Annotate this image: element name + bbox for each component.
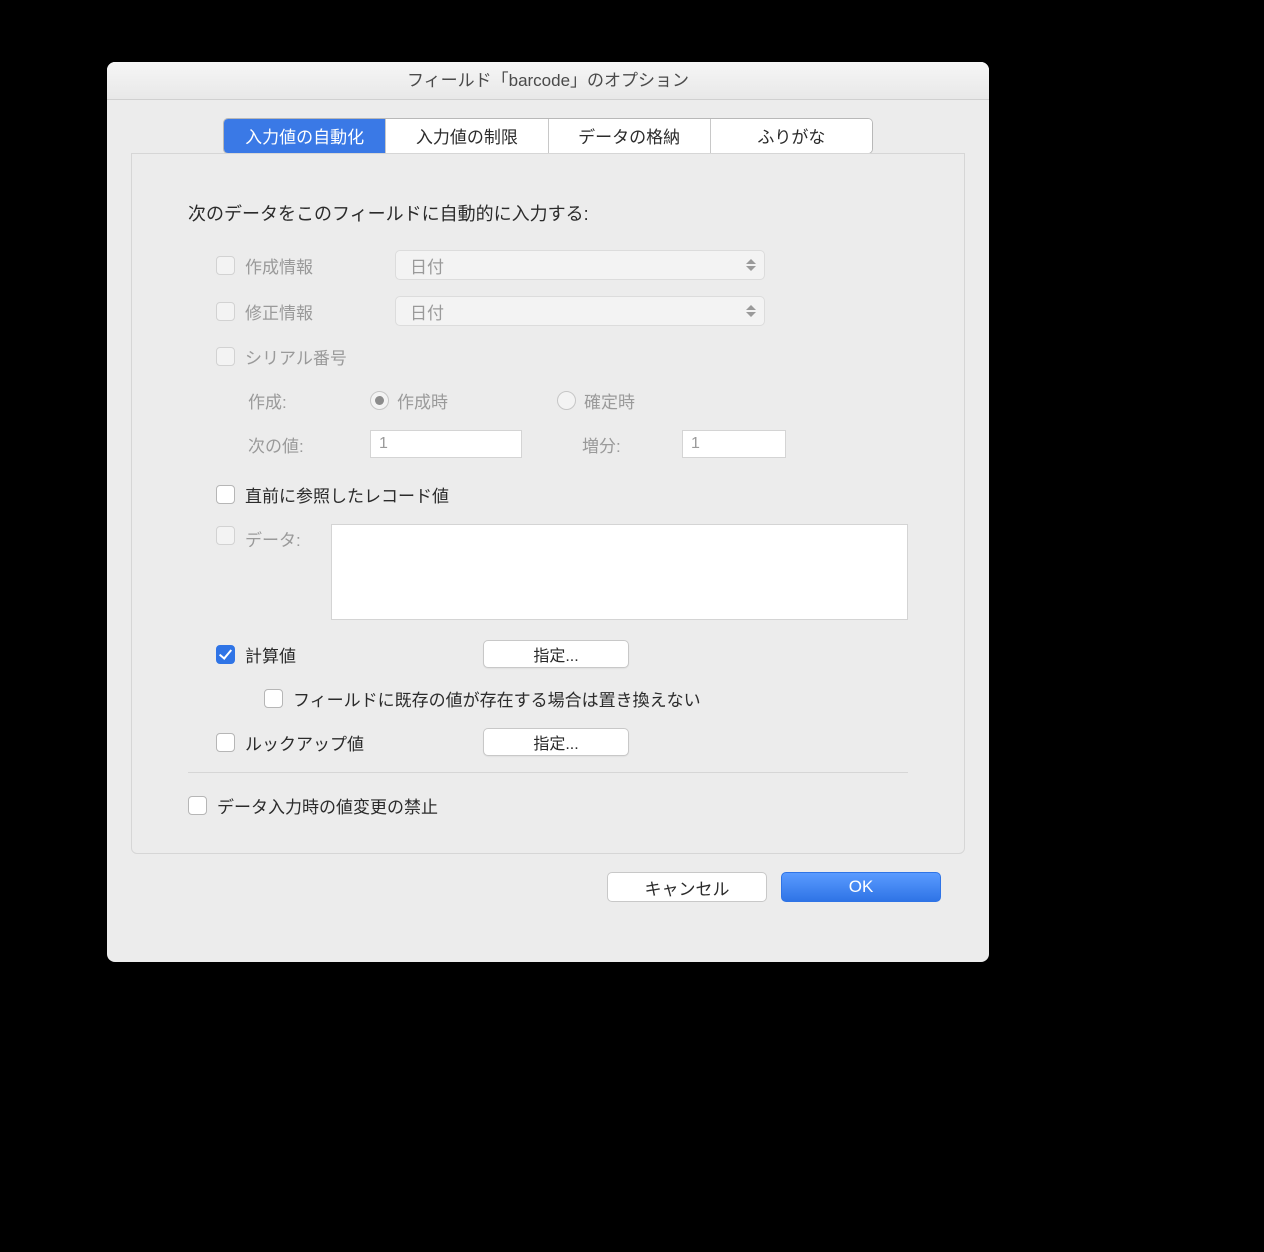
dialog-body: 入力値の自動化 入力値の制限 データの格納 ふりがな 次のデータをこのフィールド… (107, 100, 989, 920)
label-data: データ: (245, 526, 331, 551)
select-modification-value: 日付 (410, 299, 444, 324)
ok-button[interactable]: OK (781, 872, 941, 902)
button-specify-lookup[interactable]: 指定... (483, 728, 629, 756)
radio-on-create[interactable] (370, 391, 389, 410)
row-no-replace: フィールドに既存の値が存在する場合は置き換えない (188, 684, 908, 712)
checkbox-data[interactable] (216, 526, 235, 545)
button-specify-calc[interactable]: 指定... (483, 640, 629, 668)
stepper-icon (744, 259, 758, 271)
checkbox-lookup[interactable] (216, 733, 235, 752)
label-next-value: 次の値: (248, 432, 370, 457)
input-next-value[interactable] (370, 430, 522, 458)
radio-on-commit[interactable] (557, 391, 576, 410)
row-serial-values: 次の値: 増分: (188, 430, 908, 458)
row-last-visited: 直前に参照したレコード値 (188, 480, 908, 508)
row-calculated: 計算値 指定... (188, 640, 908, 668)
label-creation: 作成情報 (245, 253, 395, 278)
dialog-footer: キャンセル OK (131, 854, 965, 902)
row-creation: 作成情報 日付 (188, 250, 908, 280)
tab-panel: 次のデータをこのフィールドに自動的に入力する: 作成情報 日付 修正情報 日付 (131, 153, 965, 854)
input-increment[interactable] (682, 430, 786, 458)
separator (188, 772, 908, 773)
tab-bar: 入力値の自動化 入力値の制限 データの格納 ふりがな (223, 118, 873, 154)
checkbox-modification[interactable] (216, 302, 235, 321)
dialog-window: フィールド「barcode」のオプション 入力値の自動化 入力値の制限 データの… (107, 62, 989, 962)
cancel-button[interactable]: キャンセル (607, 872, 767, 902)
checkbox-serial[interactable] (216, 347, 235, 366)
row-serial: シリアル番号 (188, 342, 908, 370)
label-no-replace: フィールドに既存の値が存在する場合は置き換えない (293, 686, 701, 711)
row-data: データ: (188, 524, 908, 620)
tab-furigana[interactable]: ふりがな (711, 119, 872, 153)
tab-storage[interactable]: データの格納 (549, 119, 711, 153)
label-modification: 修正情報 (245, 299, 395, 324)
tab-auto-enter[interactable]: 入力値の自動化 (224, 119, 386, 153)
stepper-icon (744, 305, 758, 317)
row-modification: 修正情報 日付 (188, 296, 908, 326)
label-last-visited: 直前に参照したレコード値 (245, 482, 449, 507)
row-prohibit: データ入力時の値変更の禁止 (188, 791, 908, 819)
row-lookup: ルックアップ値 指定... (188, 728, 908, 756)
label-calculated: 計算値 (245, 642, 483, 667)
label-serial: シリアル番号 (245, 344, 347, 369)
section-heading: 次のデータをこのフィールドに自動的に入力する: (188, 200, 908, 226)
row-serial-generate: 作成: 作成時 確定時 (188, 386, 908, 414)
select-modification[interactable]: 日付 (395, 296, 765, 326)
select-creation-value: 日付 (410, 253, 444, 278)
label-on-create: 作成時 (397, 388, 557, 413)
label-generate: 作成: (248, 388, 370, 413)
label-increment: 増分: (582, 432, 682, 457)
tab-validation[interactable]: 入力値の制限 (386, 119, 548, 153)
label-on-commit: 確定時 (584, 388, 635, 413)
checkbox-no-replace[interactable] (264, 689, 283, 708)
checkbox-prohibit[interactable] (188, 796, 207, 815)
checkbox-calculated[interactable] (216, 645, 235, 664)
textarea-data[interactable] (331, 524, 908, 620)
label-lookup: ルックアップ値 (245, 730, 483, 755)
checkbox-creation[interactable] (216, 256, 235, 275)
select-creation[interactable]: 日付 (395, 250, 765, 280)
checkbox-last-visited[interactable] (216, 485, 235, 504)
label-prohibit: データ入力時の値変更の禁止 (217, 793, 438, 818)
window-title: フィールド「barcode」のオプション (107, 62, 989, 100)
